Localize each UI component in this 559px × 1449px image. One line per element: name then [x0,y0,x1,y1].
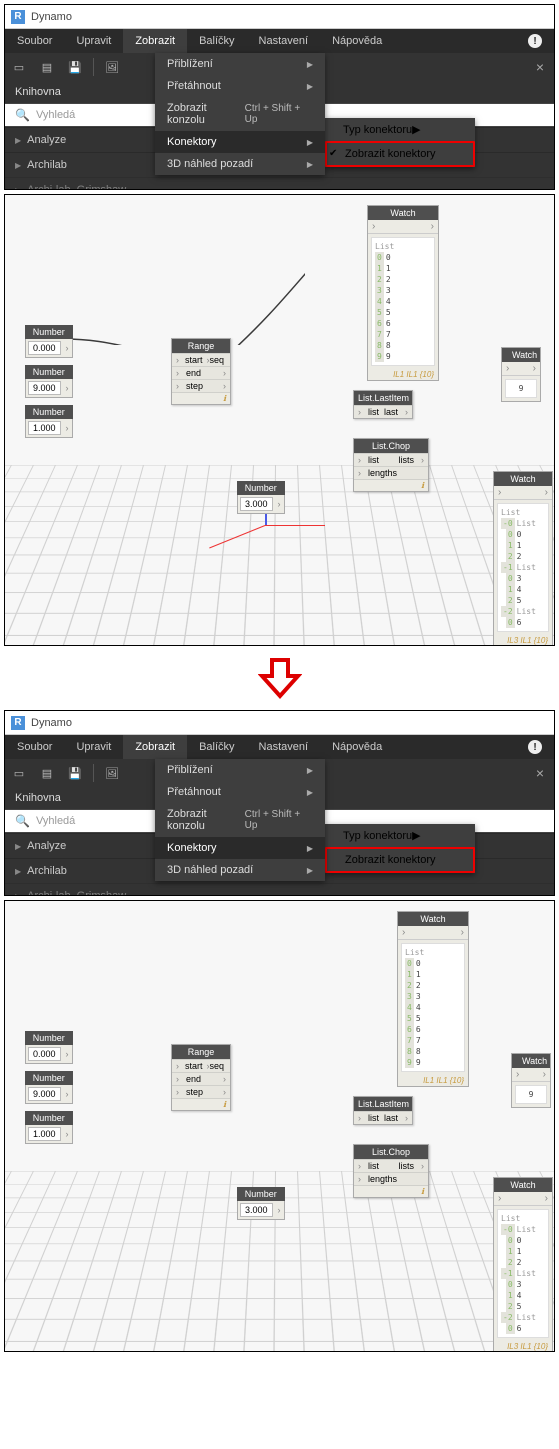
workspace-no-connectors[interactable]: Number 0.000› Number 9.000› Number 1.000… [5,901,554,1351]
close-icon[interactable]: × [536,765,544,781]
node-number-9[interactable]: Number 9.000› [25,1071,73,1104]
dd-konektory[interactable]: Konektory▶ [155,837,325,859]
node-number-9[interactable]: Number 9.000› [25,365,73,398]
menu-zobrazit[interactable]: Zobrazit [123,29,187,53]
menu-napoveda[interactable]: Nápověda [320,735,394,759]
new-file-icon[interactable]: ▭ [5,759,33,787]
sub-typ-konektoru[interactable]: Typ konektoru▶ [325,118,475,141]
dd-priblizeni[interactable]: Přiblížení▶ [155,53,325,75]
lib-group-archilab-grimshaw[interactable]: ▶Archi-lab_Grimshaw [5,883,554,896]
menu-upravit[interactable]: Upravit [64,735,123,759]
node-watch-value[interactable]: Watch ›› 9 [511,1053,551,1108]
save-icon[interactable]: 💾 [61,759,89,787]
node-watch-nested[interactable]: Watch ›› List -0List 00 11 22 -1List 03 … [493,471,553,645]
node-number-3[interactable]: Number 3.000› [237,1187,285,1220]
dd-pretahnout[interactable]: Přetáhnout▶ [155,75,325,97]
app-title: Dynamo [31,11,72,23]
dd-3d-pozadi[interactable]: 3D náhled pozadí▶ [155,859,325,881]
info-icon[interactable]: ! [528,740,542,754]
open-file-icon[interactable]: ▤ [33,53,61,81]
lib-group-archilab-grimshaw[interactable]: ▶Archi-lab_Grimshaw [5,177,554,190]
node-list-lastitem[interactable]: List.LastItem ›listlast› [353,1096,413,1125]
search-placeholder: Vyhledá [36,815,75,827]
save-icon[interactable]: 💾 [61,53,89,81]
menu-nastaveni[interactable]: Nastavení [247,29,321,53]
menu-nastaveni[interactable]: Nastavení [247,735,321,759]
node-number-3[interactable]: Number 3.000› [237,481,285,514]
workspace-with-connectors[interactable]: Number 0.000› Number 9.000› Number 1.000… [5,195,554,645]
menu-napoveda[interactable]: Nápověda [320,29,394,53]
axis-x [265,525,325,526]
arrow-down-icon [258,656,302,700]
sub-zobrazit-konektory[interactable]: ✔Zobrazit konektory [325,141,475,167]
node-watch-list[interactable]: Watch ›› List 001122 334455 667788 99 IL… [397,911,469,1087]
node-watch-list[interactable]: Watch ›› List 001122 334455 667788 99 IL… [367,205,439,381]
image-icon[interactable]: 🖼 [98,759,126,787]
node-watch-nested[interactable]: Watch ›› List -0List 00 11 22 -1List 03 … [493,1177,553,1351]
search-icon: 🔍 [15,814,30,828]
node-watch-value[interactable]: Watch ›› 9 [501,347,541,402]
menu-zobrazit[interactable]: Zobrazit [123,735,187,759]
sub-typ-konektoru[interactable]: Typ konektoru▶ [325,824,475,847]
dd-3d-pozadi[interactable]: 3D náhled pozadí▶ [155,153,325,175]
node-number-0[interactable]: Number 0.000› [25,325,73,358]
dd-konektory[interactable]: Konektory▶ [155,131,325,153]
node-number-1[interactable]: Number 1.000› [25,1111,73,1144]
open-file-icon[interactable]: ▤ [33,759,61,787]
sub-zobrazit-konektory[interactable]: Zobrazit konektory [325,847,475,873]
node-list-chop[interactable]: List.Chop ›listlists› ›lengths ℹ [353,438,429,492]
node-list-lastitem[interactable]: List.LastItem ›listlast› [353,390,413,419]
menu-upravit[interactable]: Upravit [64,29,123,53]
node-list-chop[interactable]: List.Chop ›listlists› ›lengths ℹ [353,1144,429,1198]
node-range[interactable]: Range ›start›seq ›end› ›step› ℹ [171,1044,231,1111]
node-number-0[interactable]: Number 0.000› [25,1031,73,1064]
info-icon[interactable]: ! [528,34,542,48]
menu-soubor[interactable]: Soubor [5,29,64,53]
app-logo: R [11,716,25,730]
close-icon[interactable]: × [536,59,544,75]
dd-konzolu[interactable]: Zobrazit konzoluCtrl + Shift + Up [155,97,325,131]
dd-priblizeni[interactable]: Přiblížení▶ [155,759,325,781]
app-logo: R [11,10,25,24]
dd-konzolu[interactable]: Zobrazit konzoluCtrl + Shift + Up [155,803,325,837]
app-title: Dynamo [31,717,72,729]
menu-soubor[interactable]: Soubor [5,735,64,759]
node-number-1[interactable]: Number 1.000› [25,405,73,438]
menubar: Soubor Upravit Zobrazit Balíčky Nastaven… [5,29,554,53]
menu-balicky[interactable]: Balíčky [187,735,246,759]
new-file-icon[interactable]: ▭ [5,53,33,81]
image-icon[interactable]: 🖼 [98,53,126,81]
node-range[interactable]: Range ›start›seq ›end› ›step› ℹ [171,338,231,405]
search-placeholder: Vyhledá [36,109,75,121]
dd-pretahnout[interactable]: Přetáhnout▶ [155,781,325,803]
search-icon: 🔍 [15,108,30,122]
menu-balicky[interactable]: Balíčky [187,29,246,53]
